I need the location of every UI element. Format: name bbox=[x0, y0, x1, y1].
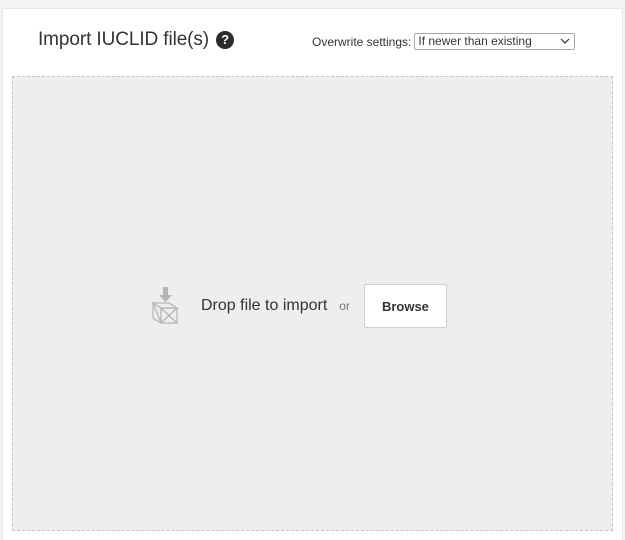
drop-content: Drop file to import or Browse bbox=[147, 284, 447, 328]
browse-button[interactable]: Browse bbox=[363, 284, 447, 328]
help-icon[interactable]: ? bbox=[216, 31, 235, 49]
overwrite-settings-value: If newer than existing bbox=[418, 34, 532, 48]
drop-file-text: Drop file to import bbox=[201, 297, 328, 314]
panel-header: Import IUCLID file(s) ? Overwrite settin… bbox=[3, 9, 622, 77]
chevron-down-icon bbox=[560, 38, 570, 44]
file-drop-zone[interactable]: Drop file to import or Browse bbox=[12, 76, 613, 531]
box-import-icon bbox=[150, 287, 180, 325]
or-text: or bbox=[339, 299, 350, 313]
import-panel: Import IUCLID file(s) ? Overwrite settin… bbox=[2, 8, 623, 540]
overwrite-settings-label: Overwrite settings: bbox=[312, 34, 412, 49]
page-title: Import IUCLID file(s) bbox=[38, 29, 210, 50]
overwrite-settings: Overwrite settings: If newer than existi… bbox=[312, 33, 576, 50]
title-group: Import IUCLID file(s) ? bbox=[38, 29, 235, 51]
overwrite-settings-select[interactable]: If newer than existing bbox=[414, 33, 576, 50]
